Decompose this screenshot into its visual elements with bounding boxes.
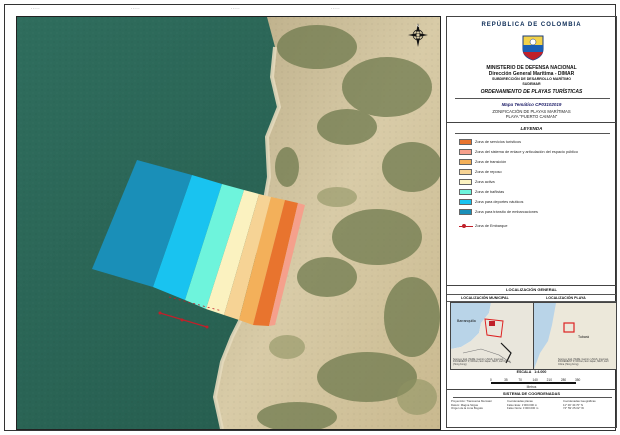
legend-item: Zona activa bbox=[459, 178, 495, 186]
scale-ratio: 1:4.000 bbox=[534, 370, 547, 374]
embarkation-symbol-icon bbox=[459, 223, 473, 229]
subdirection-short: SUDEMAR bbox=[522, 82, 541, 86]
coordinate-system-title: SISTEMA DE COORDENADAS bbox=[502, 391, 561, 396]
legend-item: Zona del sistema de enlace y articulació… bbox=[459, 148, 578, 156]
legend-item-embarkation: Zona de Embarque bbox=[459, 223, 508, 229]
legend-title: LEYENDA bbox=[520, 126, 543, 131]
beach-label: Tubará bbox=[578, 335, 589, 339]
legend-label: Zona del sistema de enlace y articulació… bbox=[475, 150, 578, 154]
legend-label: Zona de transición bbox=[475, 160, 507, 164]
grid-tick-label: - - - - - bbox=[231, 6, 240, 10]
legend-swatch bbox=[459, 179, 472, 185]
legend-item: Zona para tránsito de embarcaciones bbox=[459, 208, 538, 216]
basemap-credit: Sources: Esri, HERE, Garmin, USGS, Inter… bbox=[453, 357, 511, 367]
scale-bar bbox=[491, 382, 576, 384]
title-block: REPÚBLICA DE COLOMBIA MINISTERIO DE DEFE… bbox=[447, 17, 616, 123]
legend: LEYENDA Zona de servicios turísticos Zona… bbox=[447, 122, 616, 286]
legend-item: Zona para deportes náuticos bbox=[459, 198, 523, 206]
beach-name: PLAYA "PUERTO CAIMAN" bbox=[505, 114, 558, 119]
legend-swatch bbox=[459, 139, 472, 145]
grid-tick-label: - - - - - bbox=[31, 6, 40, 10]
legend-label: Zona de bañistas bbox=[475, 190, 505, 194]
municipal-label: Barranquilla bbox=[457, 319, 476, 323]
legend-label: Zona de reposo bbox=[475, 170, 502, 174]
grid-tick-label: - - - - - bbox=[331, 6, 340, 10]
cartouche-panel: REPÚBLICA DE COLOMBIA MINISTERIO DE DEFE… bbox=[446, 16, 617, 428]
scale-block: ESCALA 1:4.000 0 35 70 140 210 280 350 Metros bbox=[447, 369, 616, 389]
ordering-title: ORDENAMIENTO DE PLAYAS TURÍSTICAS bbox=[480, 89, 583, 95]
location-headers: LOCALIZACIÓN MUNICIPAL LOCALIZACIÓN PLAY… bbox=[447, 294, 616, 302]
divider bbox=[453, 397, 612, 398]
legend-swatch bbox=[459, 159, 472, 165]
plane-coordinates-info: Coordenadas planas Falso Este: 1'000.000… bbox=[507, 399, 539, 410]
map-view[interactable] bbox=[16, 16, 441, 430]
legend-swatch bbox=[459, 189, 472, 195]
legend-label: Zona para tránsito de embarcaciones bbox=[475, 210, 538, 214]
scale-title: ESCALA 1:4.000 bbox=[516, 370, 547, 374]
basemap-credit: Sources: Esri, HERE, Garmin, USGS, Inter… bbox=[558, 357, 609, 367]
beach-inset-map: Tubará Sources: Esri, HERE, Garmin, USGS… bbox=[533, 302, 617, 370]
legend-swatch bbox=[459, 209, 472, 215]
legend-item: Zona de bañistas bbox=[459, 188, 504, 196]
location-title: LOCALIZACIÓN GENERAL bbox=[506, 287, 557, 292]
country-title: REPÚBLICA DE COLOMBIA bbox=[481, 22, 582, 28]
map-number: Mapa Temático CP03102019 bbox=[501, 102, 562, 107]
legend-swatch bbox=[459, 149, 472, 155]
legend-label: Zona para deportes náuticos bbox=[475, 200, 524, 204]
legend-swatch bbox=[459, 169, 472, 175]
divider bbox=[455, 98, 610, 99]
north-arrow-icon: N bbox=[408, 23, 428, 47]
subdirection-name: SUBDIRECCIÓN DE DESARROLLO MARÍTIMO bbox=[491, 77, 572, 81]
grid-tick-label: - - - - - bbox=[131, 6, 140, 10]
beach-header: LOCALIZACIÓN PLAYA bbox=[546, 295, 586, 300]
legend-item: Zona de transición bbox=[459, 158, 506, 166]
north-label: N bbox=[417, 23, 420, 28]
legend-item: Zona de reposo bbox=[459, 168, 502, 176]
legend-swatch bbox=[459, 199, 472, 205]
map-canvas bbox=[17, 17, 440, 429]
projection-info: Proyección: Transversa Mercator Datum: M… bbox=[451, 399, 493, 410]
coordinate-system-block: SISTEMA DE COORDENADAS Proyección: Trans… bbox=[447, 389, 616, 427]
legend-label: Zona activa bbox=[475, 180, 495, 184]
legend-item: Zona de servicios turísticos bbox=[459, 138, 521, 146]
map-sheet: - - - - - - - - - - - - - - - - - - - - … bbox=[4, 4, 617, 431]
legend-label: Zona de servicios turísticos bbox=[475, 140, 522, 144]
location-block: LOCALIZACIÓN GENERAL LOCALIZACIÓN MUNICI… bbox=[447, 285, 617, 390]
dimar-logo-icon bbox=[522, 35, 544, 61]
municipal-header: LOCALIZACIÓN MUNICIPAL bbox=[461, 295, 509, 300]
municipal-inset-map: Barranquilla Sources: Esri, HERE, Garmin… bbox=[450, 302, 534, 370]
geographic-coordinates-info: Coordenadas Geográficas 11° 00' 40.70" N… bbox=[563, 399, 596, 410]
divider bbox=[455, 133, 610, 134]
legend-label: Zona de Embarque bbox=[475, 224, 508, 228]
